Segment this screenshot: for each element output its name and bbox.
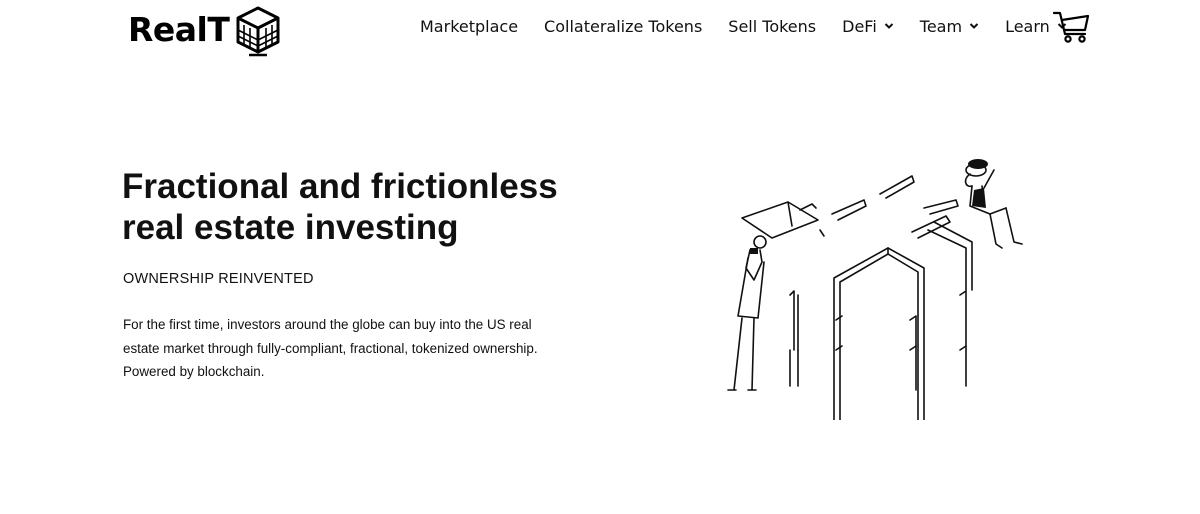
nav-sell-tokens[interactable]: Sell Tokens (728, 17, 816, 36)
chevron-down-icon (969, 23, 979, 29)
hero-description-line-3: Powered by blockchain. (123, 364, 265, 379)
hero-title: Fractional and frictionless real estate … (122, 166, 642, 248)
hero-description-line-2: estate market through fully-compliant, f… (123, 340, 538, 356)
hero-description: For the first time, investors around the… (123, 313, 593, 384)
nav-sell-tokens-label: Sell Tokens (728, 16, 817, 36)
nav-team[interactable]: Team (920, 17, 979, 36)
nav-collateralize-label: Collateralize Tokens (544, 16, 703, 36)
hero-title-line-2: real estate investing (122, 208, 459, 247)
people-building-illustration (727, 159, 1023, 420)
nav-defi-label: DeFi (842, 16, 877, 36)
hero-description-line-1: For the first time, investors around the… (123, 317, 532, 332)
hero-title-line-1: Fractional and frictionless (122, 167, 558, 206)
nav-team-label: Team (919, 16, 963, 36)
cube-logo-icon (236, 6, 280, 57)
nav-defi[interactable]: DeFi (842, 17, 894, 36)
page: RealT Marketplace Collateralize Tokens S… (0, 0, 1200, 514)
shopping-cart-button[interactable] (1052, 10, 1092, 49)
realt-logo[interactable]: RealT (128, 0, 281, 64)
shopping-cart-icon (1052, 11, 1090, 43)
nav-learn-label: Learn (1005, 16, 1050, 36)
hero-kicker: OWNERSHIP REINVENTED (123, 271, 314, 287)
nav-marketplace[interactable]: Marketplace (420, 17, 518, 36)
nav-collateralize-tokens[interactable]: Collateralize Tokens (544, 17, 702, 36)
nav-marketplace-label: Marketplace (420, 16, 519, 36)
logo-text: RealT (128, 9, 230, 49)
main-nav: Marketplace Collateralize Tokens Sell To… (420, 14, 1067, 38)
chevron-down-icon (884, 23, 893, 29)
